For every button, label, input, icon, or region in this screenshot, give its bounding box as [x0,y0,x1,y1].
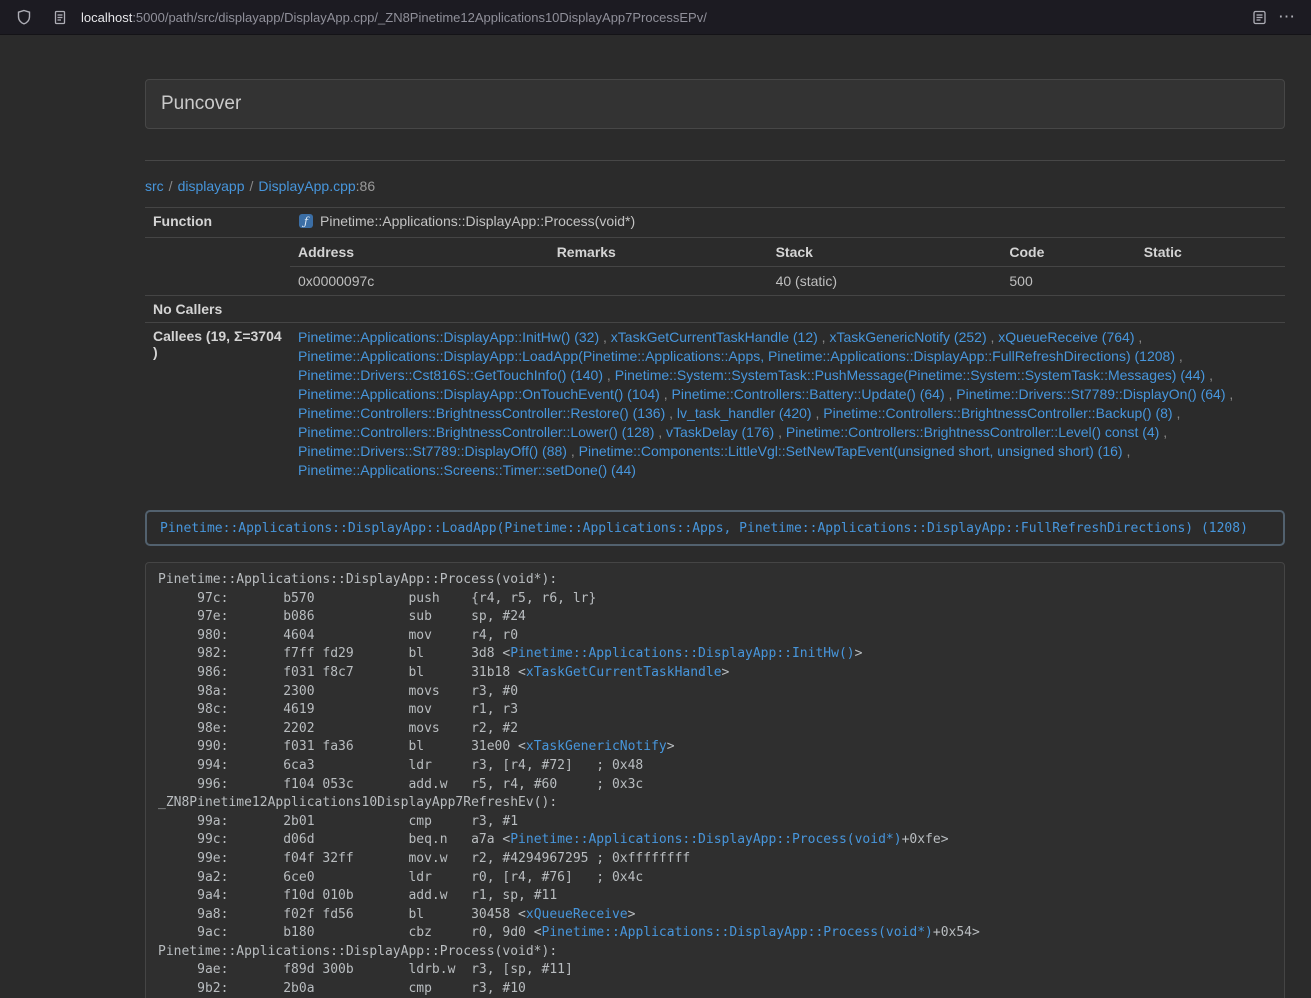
callee-link[interactable]: Pinetime::System::SystemTask::PushMessag… [615,367,1206,383]
callee-link[interactable]: Pinetime::Components::LittleVgl::SetNewT… [579,443,1123,459]
overflow-menu-icon[interactable]: ⋯ [1273,3,1301,31]
symbol-table: Function ƒ Pinetime::Applications::Displ… [145,207,1285,485]
callee-link[interactable]: xTaskGetCurrentTaskHandle (12) [611,329,818,345]
url-bar[interactable]: localhost:5000/path/src/displayapp/Displ… [46,3,707,31]
function-row: Function ƒ Pinetime::Applications::Displ… [145,208,1285,238]
code-size-value: 500 [1001,267,1135,296]
main-content: Puncover src/displayapp/DisplayApp.cpp:8… [145,79,1285,998]
callee-link[interactable]: Pinetime::Controllers::BrightnessControl… [823,405,1172,421]
callee-link[interactable]: lv_task_handler (420) [677,405,812,421]
details-value-row: 0x0000097c 40 (static) 500 [290,267,1285,296]
breadcrumb-separator: / [250,178,254,194]
details-empty-cell [145,238,290,296]
column-header-address: Address [290,238,549,267]
function-name: Pinetime::Applications::DisplayApp::Proc… [320,213,635,229]
callee-link[interactable]: vTaskDelay (176) [666,424,774,440]
column-header-static: Static [1136,238,1285,267]
callee-link[interactable]: Pinetime::Applications::DisplayApp::Init… [298,329,599,345]
callee-link[interactable]: Pinetime::Controllers::BrightnessControl… [786,424,1159,440]
breadcrumb-link-displayapp[interactable]: displayapp [178,178,245,194]
column-header-remarks: Remarks [549,238,768,267]
callee-link[interactable]: Pinetime::Drivers::St7789::DisplayOff() … [298,443,567,459]
breadcrumb-line-number: :86 [356,178,375,194]
remarks-value [549,267,768,296]
stack-value: 40 (static) [768,267,1002,296]
column-header-code: Code [1001,238,1135,267]
callee-link[interactable]: xQueueReceive (764) [998,329,1134,345]
function-icon: ƒ [298,213,314,232]
details-table-cell: Address Remarks Stack Code Static 0x0000… [290,238,1285,296]
no-callers-row: No Callers [145,296,1285,323]
code-symbol-link[interactable]: Pinetime::Applications::DisplayApp::Proc… [510,832,901,847]
callees-label: Callees (19, Σ=3704 ) [145,323,290,486]
callee-link[interactable]: Pinetime::Controllers::Battery::Update()… [672,386,945,402]
callee-link[interactable]: Pinetime::Applications::DisplayApp::OnTo… [298,386,660,402]
callee-link[interactable]: Pinetime::Drivers::Cst816S::GetTouchInfo… [298,367,603,383]
callee-link[interactable]: Pinetime::Applications::Screens::Timer::… [298,462,636,478]
page-info-icon[interactable] [46,3,74,31]
breadcrumb-link-file[interactable]: DisplayApp.cpp [258,178,355,194]
callees-row: Callees (19, Σ=3704 ) Pinetime::Applicat… [145,323,1285,486]
code-symbol-link[interactable]: xTaskGetCurrentTaskHandle [526,665,722,680]
highlighted-symbol-link[interactable]: Pinetime::Applications::DisplayApp::Load… [160,521,1248,536]
callee-link[interactable]: Pinetime::Controllers::BrightnessControl… [298,424,654,440]
page-title: Puncover [161,93,1269,115]
address-value: 0x0000097c [290,267,549,296]
breadcrumb-link-src[interactable]: src [145,178,164,194]
browser-toolbar: localhost:5000/path/src/displayapp/Displ… [0,0,1311,35]
code-symbol-link[interactable]: xTaskGenericNotify [526,739,667,754]
breadcrumb-separator: / [169,178,173,194]
callees-cell: Pinetime::Applications::DisplayApp::Init… [290,323,1285,486]
url-text: localhost:5000/path/src/displayapp/Displ… [81,10,707,25]
code-symbol-link[interactable]: Pinetime::Applications::DisplayApp::Init… [510,646,854,661]
function-name-cell: ƒ Pinetime::Applications::DisplayApp::Pr… [290,208,1285,238]
column-header-stack: Stack [768,238,1002,267]
callee-link[interactable]: Pinetime::Controllers::BrightnessControl… [298,405,665,421]
shield-icon[interactable] [10,3,38,31]
static-value [1136,267,1285,296]
callee-link[interactable]: Pinetime::Applications::DisplayApp::Load… [298,348,1175,364]
callees-list: Pinetime::Applications::DisplayApp::Init… [298,328,1277,480]
disassembly: Pinetime::Applications::DisplayApp::Proc… [145,562,1285,998]
url-host: localhost [81,10,132,25]
breadcrumb: src/displayapp/DisplayApp.cpp:86 [145,178,1285,194]
reader-mode-icon[interactable] [1245,3,1273,31]
callee-link[interactable]: xTaskGenericNotify (252) [829,329,986,345]
divider [145,160,1285,161]
code-symbol-link[interactable]: Pinetime::Applications::DisplayApp::Proc… [542,925,933,940]
no-callers-empty-cell [290,296,1285,323]
details-table: Address Remarks Stack Code Static 0x0000… [290,238,1285,295]
details-header-row: Address Remarks Stack Code Static [290,238,1285,267]
code-symbol-link[interactable]: xQueueReceive [526,907,628,922]
details-row: Address Remarks Stack Code Static 0x0000… [145,238,1285,296]
callee-link[interactable]: Pinetime::Drivers::St7789::DisplayOn() (… [956,386,1225,402]
highlighted-symbol-panel: Pinetime::Applications::DisplayApp::Load… [145,510,1285,546]
function-label-cell: Function [145,208,290,238]
url-path: :5000/path/src/displayapp/DisplayApp.cpp… [132,10,707,25]
app-header-panel: Puncover [145,79,1285,129]
no-callers-label: No Callers [145,296,290,323]
